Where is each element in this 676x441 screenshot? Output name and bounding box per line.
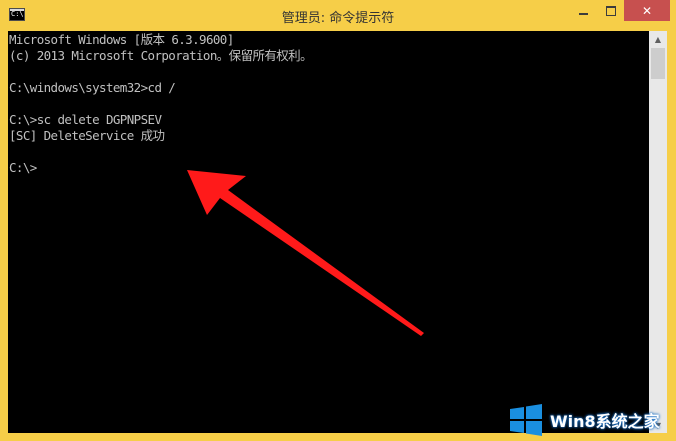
red-arrow-annotation xyxy=(187,170,424,336)
windows-logo-icon xyxy=(510,404,542,436)
watermark: Win8系统之家 xyxy=(508,402,676,438)
arrow-icon xyxy=(187,170,424,336)
watermark-text: Win8系统之家 xyxy=(550,412,660,431)
